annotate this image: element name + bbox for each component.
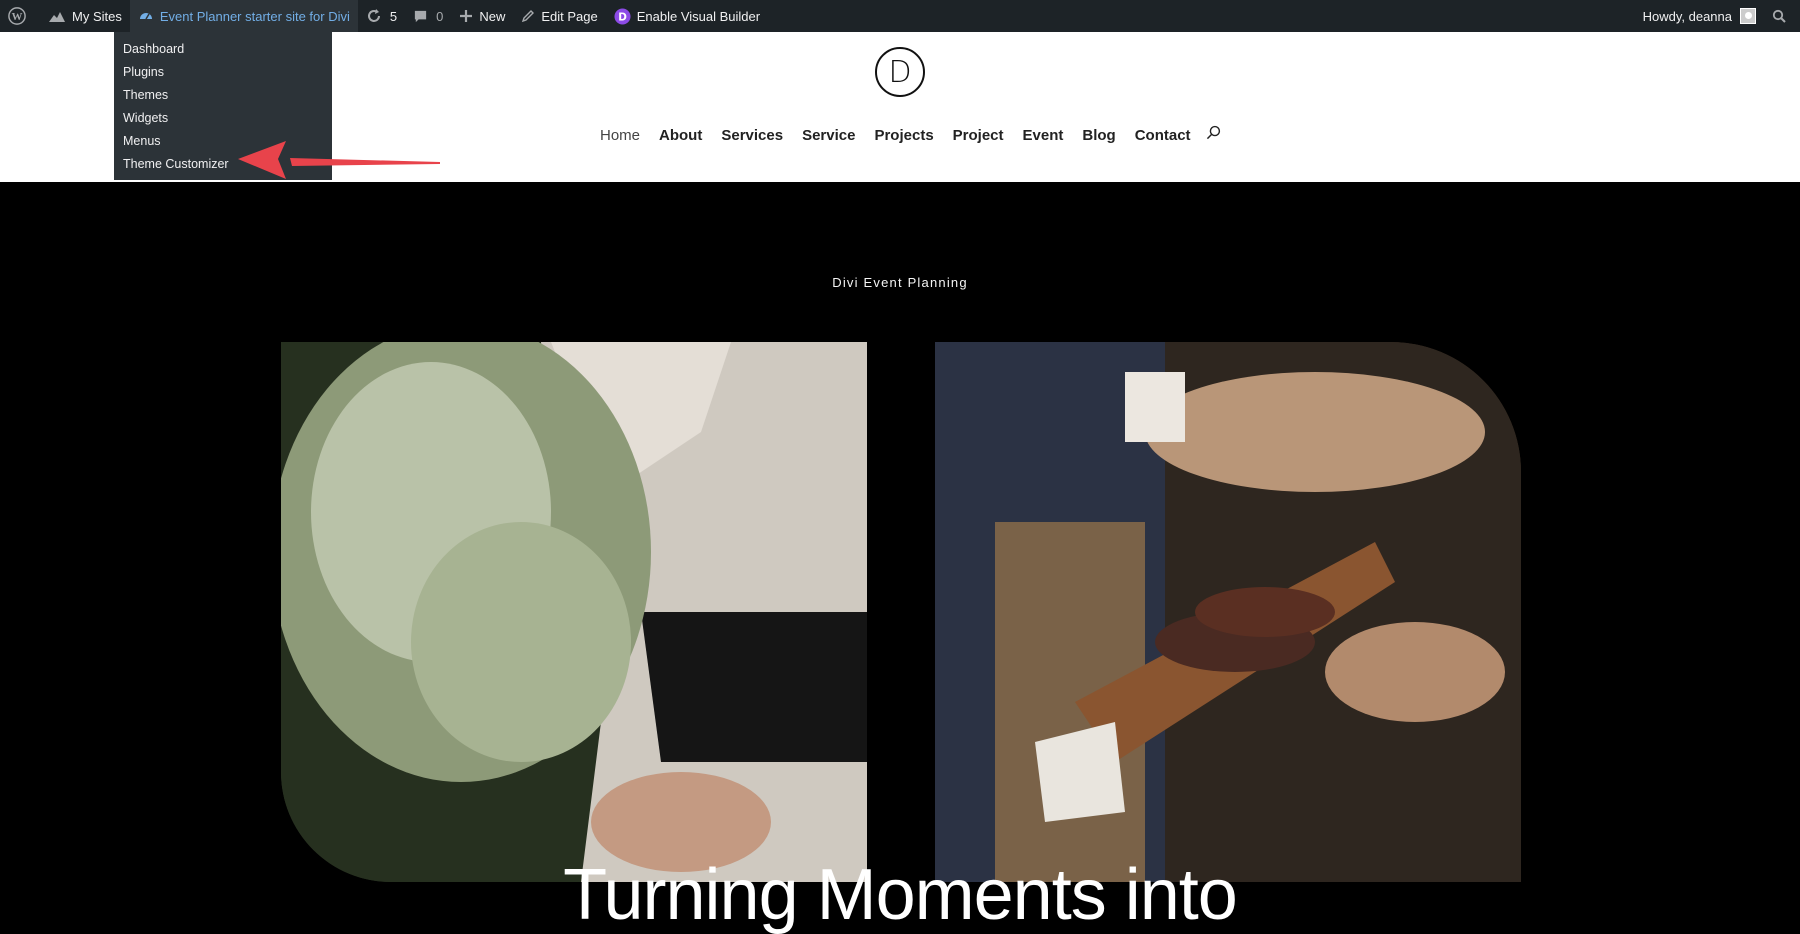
pencil-icon xyxy=(522,10,535,23)
annotation-arrow-icon xyxy=(238,141,440,179)
nav-item-service[interactable]: Service xyxy=(802,127,855,144)
plus-icon xyxy=(460,10,473,22)
howdy-label: Howdy, deanna xyxy=(1642,8,1732,24)
nav-item-services[interactable]: Services xyxy=(721,127,783,144)
my-sites-menu[interactable]: My Sites xyxy=(40,0,130,32)
updates-refresh-icon xyxy=(367,9,380,22)
admin-search-button[interactable] xyxy=(1764,0,1800,32)
logo-letter: D xyxy=(888,54,912,90)
new-label: New xyxy=(479,8,506,24)
edit-page-label: Edit Page xyxy=(541,8,598,24)
visual-builder-button[interactable]: D Enable Visual Builder xyxy=(606,0,768,32)
dropdown-item-widgets[interactable]: Widgets xyxy=(114,107,332,130)
divi-logo-icon: D xyxy=(614,7,631,25)
hero-kicker: Divi Event Planning xyxy=(832,275,968,290)
nav-item-projects[interactable]: Projects xyxy=(874,127,933,144)
my-sites-icon xyxy=(49,12,65,22)
wordpress-icon: W xyxy=(8,7,26,25)
updates-count: 5 xyxy=(389,8,398,24)
header-search-button[interactable] xyxy=(1206,125,1221,145)
nav-item-blog[interactable]: Blog xyxy=(1082,127,1115,144)
search-icon xyxy=(1206,125,1220,140)
wp-admin-bar: W My Sites Event Planner starter site fo… xyxy=(0,0,1800,32)
dropdown-item-themes[interactable]: Themes xyxy=(114,84,332,107)
nav-item-project[interactable]: Project xyxy=(953,127,1004,144)
bride-bouquet-photo xyxy=(281,342,867,882)
dropdown-item-dashboard[interactable]: Dashboard xyxy=(114,38,332,61)
hero-headline: Turning Moments into xyxy=(563,855,1238,934)
main-navigation: Home About Services Service Projects Pro… xyxy=(600,125,1221,145)
comments-button[interactable]: 0 xyxy=(405,0,451,32)
nav-item-home[interactable]: Home xyxy=(600,127,640,144)
nav-item-about[interactable]: About xyxy=(659,127,702,144)
comments-count: 0 xyxy=(436,8,444,24)
new-content-button[interactable]: New xyxy=(451,0,513,32)
hero-section: Divi Event Planning Turning Moments into xyxy=(0,182,1800,934)
site-name-menu[interactable]: Event Planner starter site for Divi xyxy=(129,0,358,32)
my-sites-label: My Sites xyxy=(72,8,122,24)
site-logo[interactable]: D xyxy=(875,47,925,97)
site-name-label: Event Planner starter site for Divi xyxy=(159,8,350,24)
wordpress-logo-button[interactable]: W xyxy=(0,0,40,32)
visual-builder-label: Enable Visual Builder xyxy=(636,8,761,24)
updates-button[interactable]: 5 xyxy=(358,0,405,32)
account-menu[interactable]: Howdy, deanna xyxy=(1635,0,1764,32)
avatar xyxy=(1740,8,1756,24)
nav-item-event[interactable]: Event xyxy=(1023,127,1064,144)
dropdown-item-plugins[interactable]: Plugins xyxy=(114,61,332,84)
nav-item-contact[interactable]: Contact xyxy=(1135,127,1191,144)
comment-bubble-icon xyxy=(414,10,427,22)
search-icon xyxy=(1772,9,1786,23)
svg-text:D: D xyxy=(618,11,627,23)
edit-page-button[interactable]: Edit Page xyxy=(513,0,605,32)
dashboard-gauge-icon xyxy=(139,13,152,20)
catering-appetizers-photo xyxy=(935,342,1521,882)
svg-text:W: W xyxy=(12,11,23,23)
